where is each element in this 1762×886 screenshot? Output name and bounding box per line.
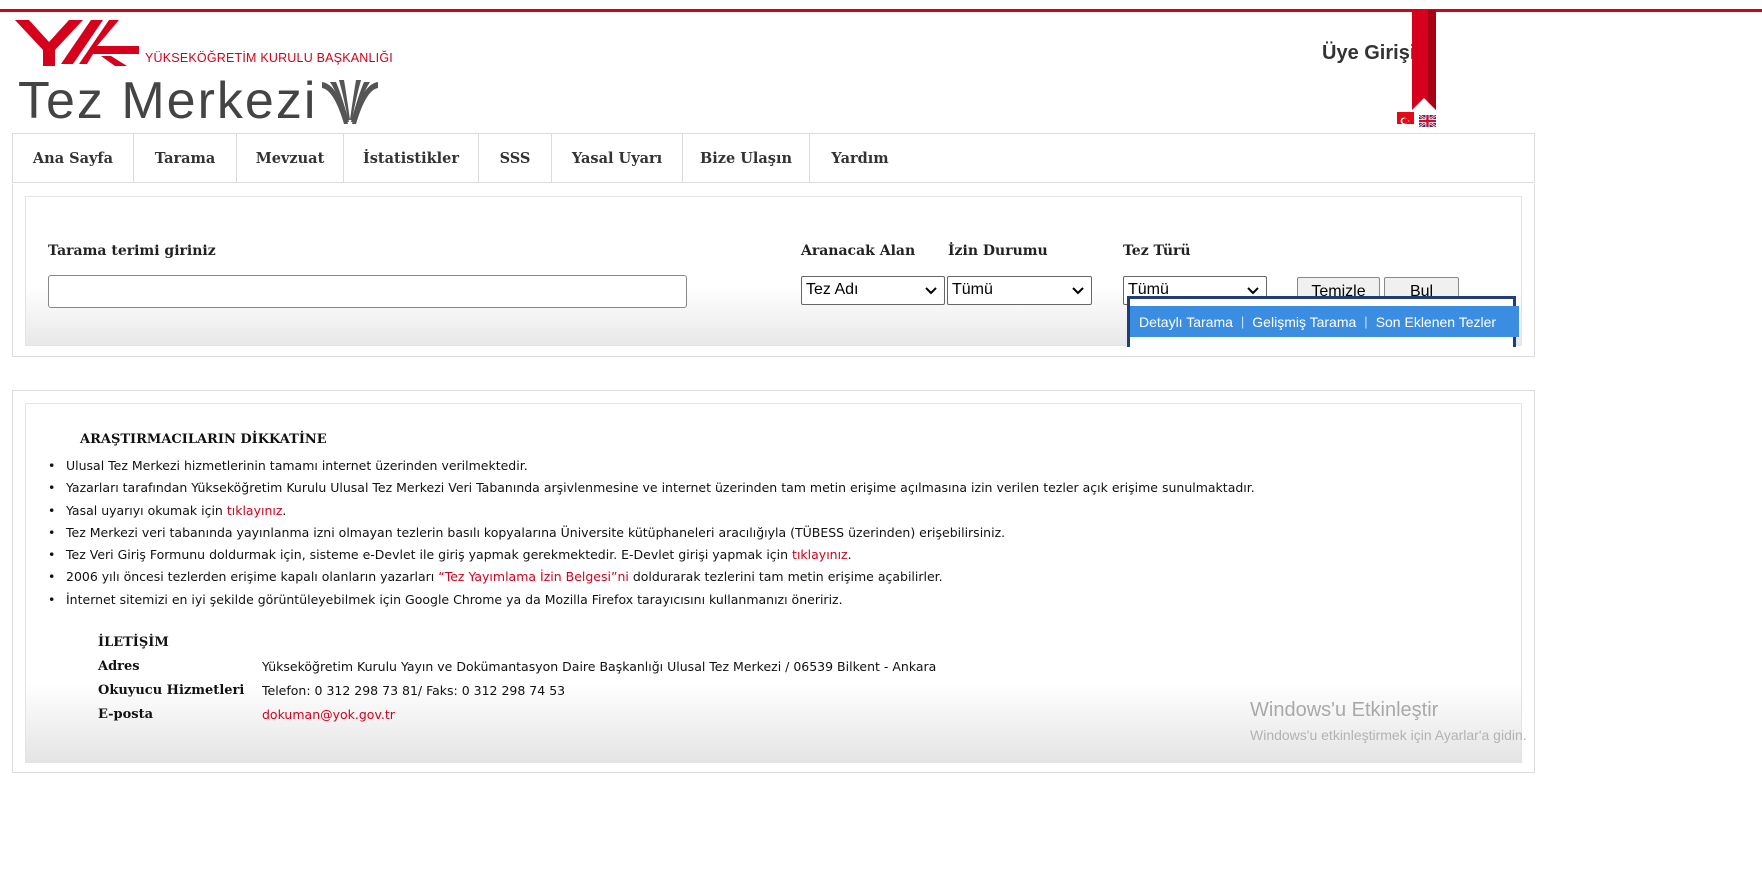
nav-help[interactable]: Yardım [810, 134, 910, 182]
book-icon [322, 80, 378, 124]
nav-statistics[interactable]: İstatistikler [344, 134, 479, 182]
search-term-input[interactable] [48, 275, 687, 308]
email-label: E-posta [98, 707, 154, 722]
nav-search[interactable]: Tarama [134, 134, 237, 182]
permission-value: Tümü [952, 281, 993, 298]
windows-activation-subtitle: Windows'u etkinleştirmek için Ayarlar'a … [1250, 727, 1527, 743]
tab-detailed-search[interactable]: Detaylı Tarama [1139, 314, 1233, 330]
yok-logo-icon[interactable] [15, 20, 140, 70]
turkish-flag-icon[interactable] [1397, 112, 1414, 125]
search-field-value: Tez Adı [806, 281, 859, 298]
chevron-down-icon [1247, 287, 1259, 295]
search-panel: Tarama terimi giriniz Aranacak Alan Tez … [12, 184, 1535, 357]
list-item: Yasal uyarıyı okumak için tıklayınız. [48, 500, 1508, 523]
nav-contact[interactable]: Bize Ulaşın [683, 134, 810, 182]
chevron-down-icon [925, 287, 937, 295]
tab-recently-added[interactable]: Son Eklenen Tezler [1376, 314, 1496, 330]
permission-document-link[interactable]: “Tez Yayımlama İzin Belgesi”ni [438, 569, 629, 584]
member-login-link[interactable]: Üye Girişi [1322, 42, 1415, 65]
list-item: 2006 yılı öncesi tezlerden erişime kapal… [48, 566, 1508, 589]
nav-faq[interactable]: SSS [479, 134, 552, 182]
list-item: Yazarları tarafından Yükseköğretim Kurul… [48, 477, 1508, 500]
permission-select[interactable]: Tümü [947, 276, 1092, 305]
notice-list: Ulusal Tez Merkezi hizmetlerinin tamamı … [48, 455, 1508, 611]
chevron-down-icon [1072, 287, 1084, 295]
nav-home[interactable]: Ana Sayfa [13, 134, 134, 182]
windows-activation-title: Windows'u Etkinleştir [1250, 699, 1439, 721]
search-field-label: Aranacak Alan [801, 243, 916, 259]
list-item: İnternet sitemizi en iyi şekilde görüntü… [48, 589, 1508, 612]
legal-notice-link[interactable]: tıklayınız [227, 503, 283, 518]
ribbon-icon [1412, 10, 1436, 110]
list-item: Tez Merkezi veri tabanında yayınlanma iz… [48, 522, 1508, 545]
nav-legal-notice[interactable]: Yasal Uyarı [552, 134, 683, 182]
search-field-select[interactable]: Tez Adı [801, 276, 945, 305]
site-title[interactable]: Tez Merkezi [18, 70, 317, 132]
tab-separator: | [1364, 314, 1368, 329]
org-name: YÜKSEKÖĞRETİM KURULU BAŞKANLIĞI [145, 51, 393, 65]
edevlet-login-link[interactable]: tıklayınız [792, 547, 848, 562]
email-link[interactable]: dokuman@yok.gov.tr [262, 707, 395, 722]
reader-services-label: Okuyucu Hizmetleri [98, 683, 245, 698]
list-item: Tez Veri Giriş Formunu doldurmak için, s… [48, 544, 1508, 567]
search-form: Tarama terimi giriniz Aranacak Alan Tez … [25, 196, 1522, 347]
english-flag-icon[interactable] [1418, 112, 1437, 128]
thesis-type-label: Tez Türü [1123, 243, 1191, 259]
search-term-label: Tarama terimi giriniz [48, 243, 216, 259]
tab-advanced-search[interactable]: Gelişmiş Tarama [1252, 314, 1356, 330]
nav-legislation[interactable]: Mevzuat [237, 134, 344, 182]
address-label: Adres [98, 659, 140, 674]
search-mode-tabs: Detaylı Tarama | Gelişmiş Tarama | Son E… [1127, 296, 1519, 347]
main-nav: Ana Sayfa Tarama Mevzuat İstatistikler S… [12, 133, 1535, 183]
address-value: Yükseköğretim Kurulu Yayın ve Dokümantas… [262, 659, 937, 674]
list-item: Ulusal Tez Merkezi hizmetlerinin tamamı … [48, 455, 1508, 478]
top-red-line [0, 9, 1762, 12]
reader-services-value: Telefon: 0 312 298 73 81/ Faks: 0 312 29… [262, 683, 566, 698]
tab-separator: | [1240, 314, 1245, 329]
permission-label: İzin Durumu [948, 243, 1048, 259]
contact-title: İLETİŞİM [98, 635, 169, 650]
notice-title: ARAŞTIRMACILARIN DİKKATİNE [80, 432, 327, 447]
